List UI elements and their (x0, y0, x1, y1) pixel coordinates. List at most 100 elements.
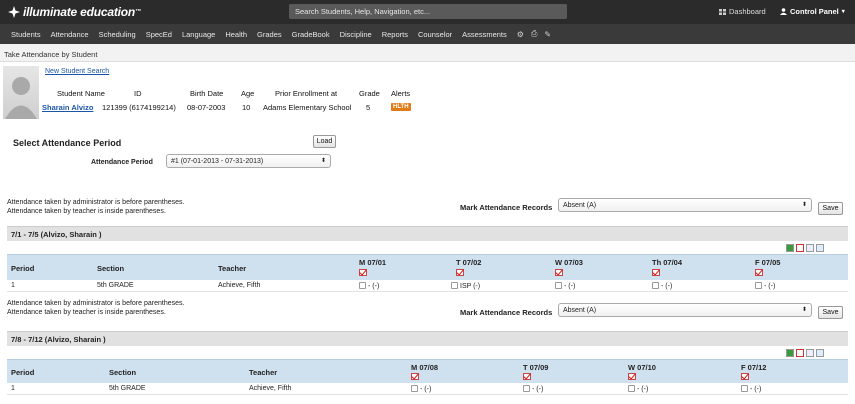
attendance-value: - (-) (764, 283, 776, 290)
copy-icon[interactable] (806, 244, 814, 252)
note-admin: Attendance taken by administrator is bef… (7, 300, 185, 307)
col-teacher: Teacher (218, 264, 247, 273)
week-header[interactable]: 7/1 - 7/5 (Alvizo, Sharain ) (7, 226, 848, 241)
select-day-checkbox[interactable] (628, 373, 636, 380)
row-period: 1 (11, 385, 15, 392)
select-day-checkbox[interactable] (456, 269, 464, 276)
col-section: Section (109, 368, 137, 377)
header-age: Age (241, 89, 255, 98)
save-button[interactable]: Save (818, 202, 843, 215)
student-birth-date: 08-07-2003 (187, 103, 226, 112)
select-period-heading: Select Attendance Period (13, 138, 122, 148)
col-day: F 07/05 (755, 258, 781, 267)
header-alerts: Alerts (391, 89, 411, 98)
attendance-cell[interactable]: - (-) (411, 385, 431, 393)
expand-icon[interactable] (816, 349, 824, 357)
table-row: 1 5th GRADE Achieve, Fifth - (-) - (-) -… (7, 384, 848, 395)
week-header[interactable]: 7/8 - 7/12 (Alvizo, Sharain ) (7, 331, 848, 346)
new-student-search-link[interactable]: New Student Search (45, 68, 109, 75)
mark-records-select[interactable]: Absent (A) ⬍ (558, 303, 812, 317)
attendance-checkbox[interactable] (523, 385, 530, 392)
app-logo[interactable]: illuminate education ™ (8, 4, 141, 20)
row-section: 5th GRADE (109, 385, 146, 392)
select-day-checkbox[interactable] (555, 269, 563, 276)
student-grade: 5 (366, 103, 371, 112)
copy-icon[interactable] (806, 349, 814, 357)
select-day-checkbox[interactable] (523, 373, 531, 380)
col-day: M 07/01 (359, 258, 387, 267)
nav-item-assessments[interactable]: Assessments (462, 30, 507, 39)
student-age: 10 (242, 103, 251, 112)
attendance-cell[interactable]: - (-) (652, 282, 672, 290)
select-arrows-icon: ⬍ (801, 307, 807, 313)
attendance-checkbox[interactable] (359, 282, 366, 289)
header-prior-enrollment: Prior Enrollment at (275, 89, 338, 98)
excel-icon[interactable] (786, 349, 794, 357)
gear-icon[interactable]: ⚙ (517, 30, 524, 39)
week-table-header: Period Section Teacher M 07/01 T 07/02 W… (7, 254, 848, 280)
attendance-checkbox[interactable] (411, 385, 418, 392)
attendance-value: - (-) (368, 283, 380, 290)
attendance-cell[interactable]: - (-) (555, 282, 575, 290)
attendance-checkbox[interactable] (755, 282, 762, 289)
pdf-icon[interactable] (796, 349, 804, 357)
select-day-checkbox[interactable] (741, 373, 749, 380)
control-panel-menu[interactable]: Control Panel ▾ (780, 7, 845, 16)
global-search-input[interactable]: Search Students, Help, Navigation, etc..… (289, 4, 567, 19)
nav-item-grades[interactable]: Grades (257, 30, 282, 39)
save-button[interactable]: Save (818, 306, 843, 319)
nav-item-speced[interactable]: SpecEd (146, 30, 172, 39)
nav-item-gradebook[interactable]: GradeBook (292, 30, 330, 39)
attendance-note: Attendance taken by administrator is bef… (7, 299, 184, 317)
nav-item-counselor[interactable]: Counselor (418, 30, 452, 39)
pdf-icon[interactable] (796, 244, 804, 252)
logo-icon (8, 6, 20, 18)
select-day-checkbox[interactable] (359, 269, 367, 276)
attendance-period-select[interactable]: #1 (07-01-2013 - 07-31-2013) ⬍ (166, 154, 331, 168)
dashboard-link[interactable]: Dashboard (719, 7, 766, 16)
load-button[interactable]: Load (313, 135, 336, 148)
col-period: Period (11, 264, 35, 273)
attendance-cell[interactable]: - (-) (359, 282, 379, 290)
note-teacher: Attendance taken by teacher is inside pa… (7, 309, 166, 316)
attendance-checkbox[interactable] (741, 385, 748, 392)
attendance-cell[interactable]: - (-) (628, 385, 648, 393)
excel-icon[interactable] (786, 244, 794, 252)
attendance-checkbox[interactable] (652, 282, 659, 289)
select-day-checkbox[interactable] (652, 269, 660, 276)
col-day: W 07/03 (555, 258, 583, 267)
select-day-checkbox[interactable] (755, 269, 763, 276)
nav-item-health[interactable]: Health (225, 30, 247, 39)
page-title: Take Attendance by Student (0, 44, 855, 62)
col-day: T 07/02 (456, 258, 482, 267)
attendance-checkbox[interactable] (628, 385, 635, 392)
attendance-checkbox[interactable] (555, 282, 562, 289)
row-teacher: Achieve, Fifth (218, 282, 261, 289)
week-table-header: Period Section Teacher M 07/08 T 07/09 W… (7, 359, 848, 383)
attendance-cell[interactable]: - (-) (741, 385, 761, 393)
select-day-checkbox[interactable] (411, 373, 419, 380)
attendance-value: - (-) (532, 386, 544, 393)
printer-icon[interactable]: ⎙ (531, 29, 537, 39)
dashboard-label: Dashboard (729, 7, 766, 16)
attendance-checkbox[interactable] (451, 282, 458, 289)
attendance-note: Attendance taken by administrator is bef… (7, 198, 184, 216)
mark-records-select[interactable]: Absent (A) ⬍ (558, 198, 812, 212)
student-prior-enrollment: Adams Elementary School (263, 103, 352, 112)
nav-item-discipline[interactable]: Discipline (340, 30, 372, 39)
nav-item-reports[interactable]: Reports (382, 30, 408, 39)
select-arrows-icon: ⬍ (320, 158, 326, 164)
nav-item-scheduling[interactable]: Scheduling (99, 30, 136, 39)
col-day: Th 07/04 (652, 258, 683, 267)
nav-item-language[interactable]: Language (182, 30, 215, 39)
chevron-down-icon: ▾ (841, 9, 845, 15)
alert-badge[interactable]: HLTH (391, 103, 411, 111)
nav-item-attendance[interactable]: Attendance (51, 30, 89, 39)
wrench-icon[interactable]: ✎ (544, 30, 551, 39)
student-name-link[interactable]: Sharain Alvizo (42, 103, 93, 112)
attendance-cell[interactable]: ISP (-) (451, 282, 480, 290)
attendance-cell[interactable]: - (-) (755, 282, 775, 290)
attendance-cell[interactable]: - (-) (523, 385, 543, 393)
expand-icon[interactable] (816, 244, 824, 252)
nav-item-students[interactable]: Students (11, 30, 41, 39)
